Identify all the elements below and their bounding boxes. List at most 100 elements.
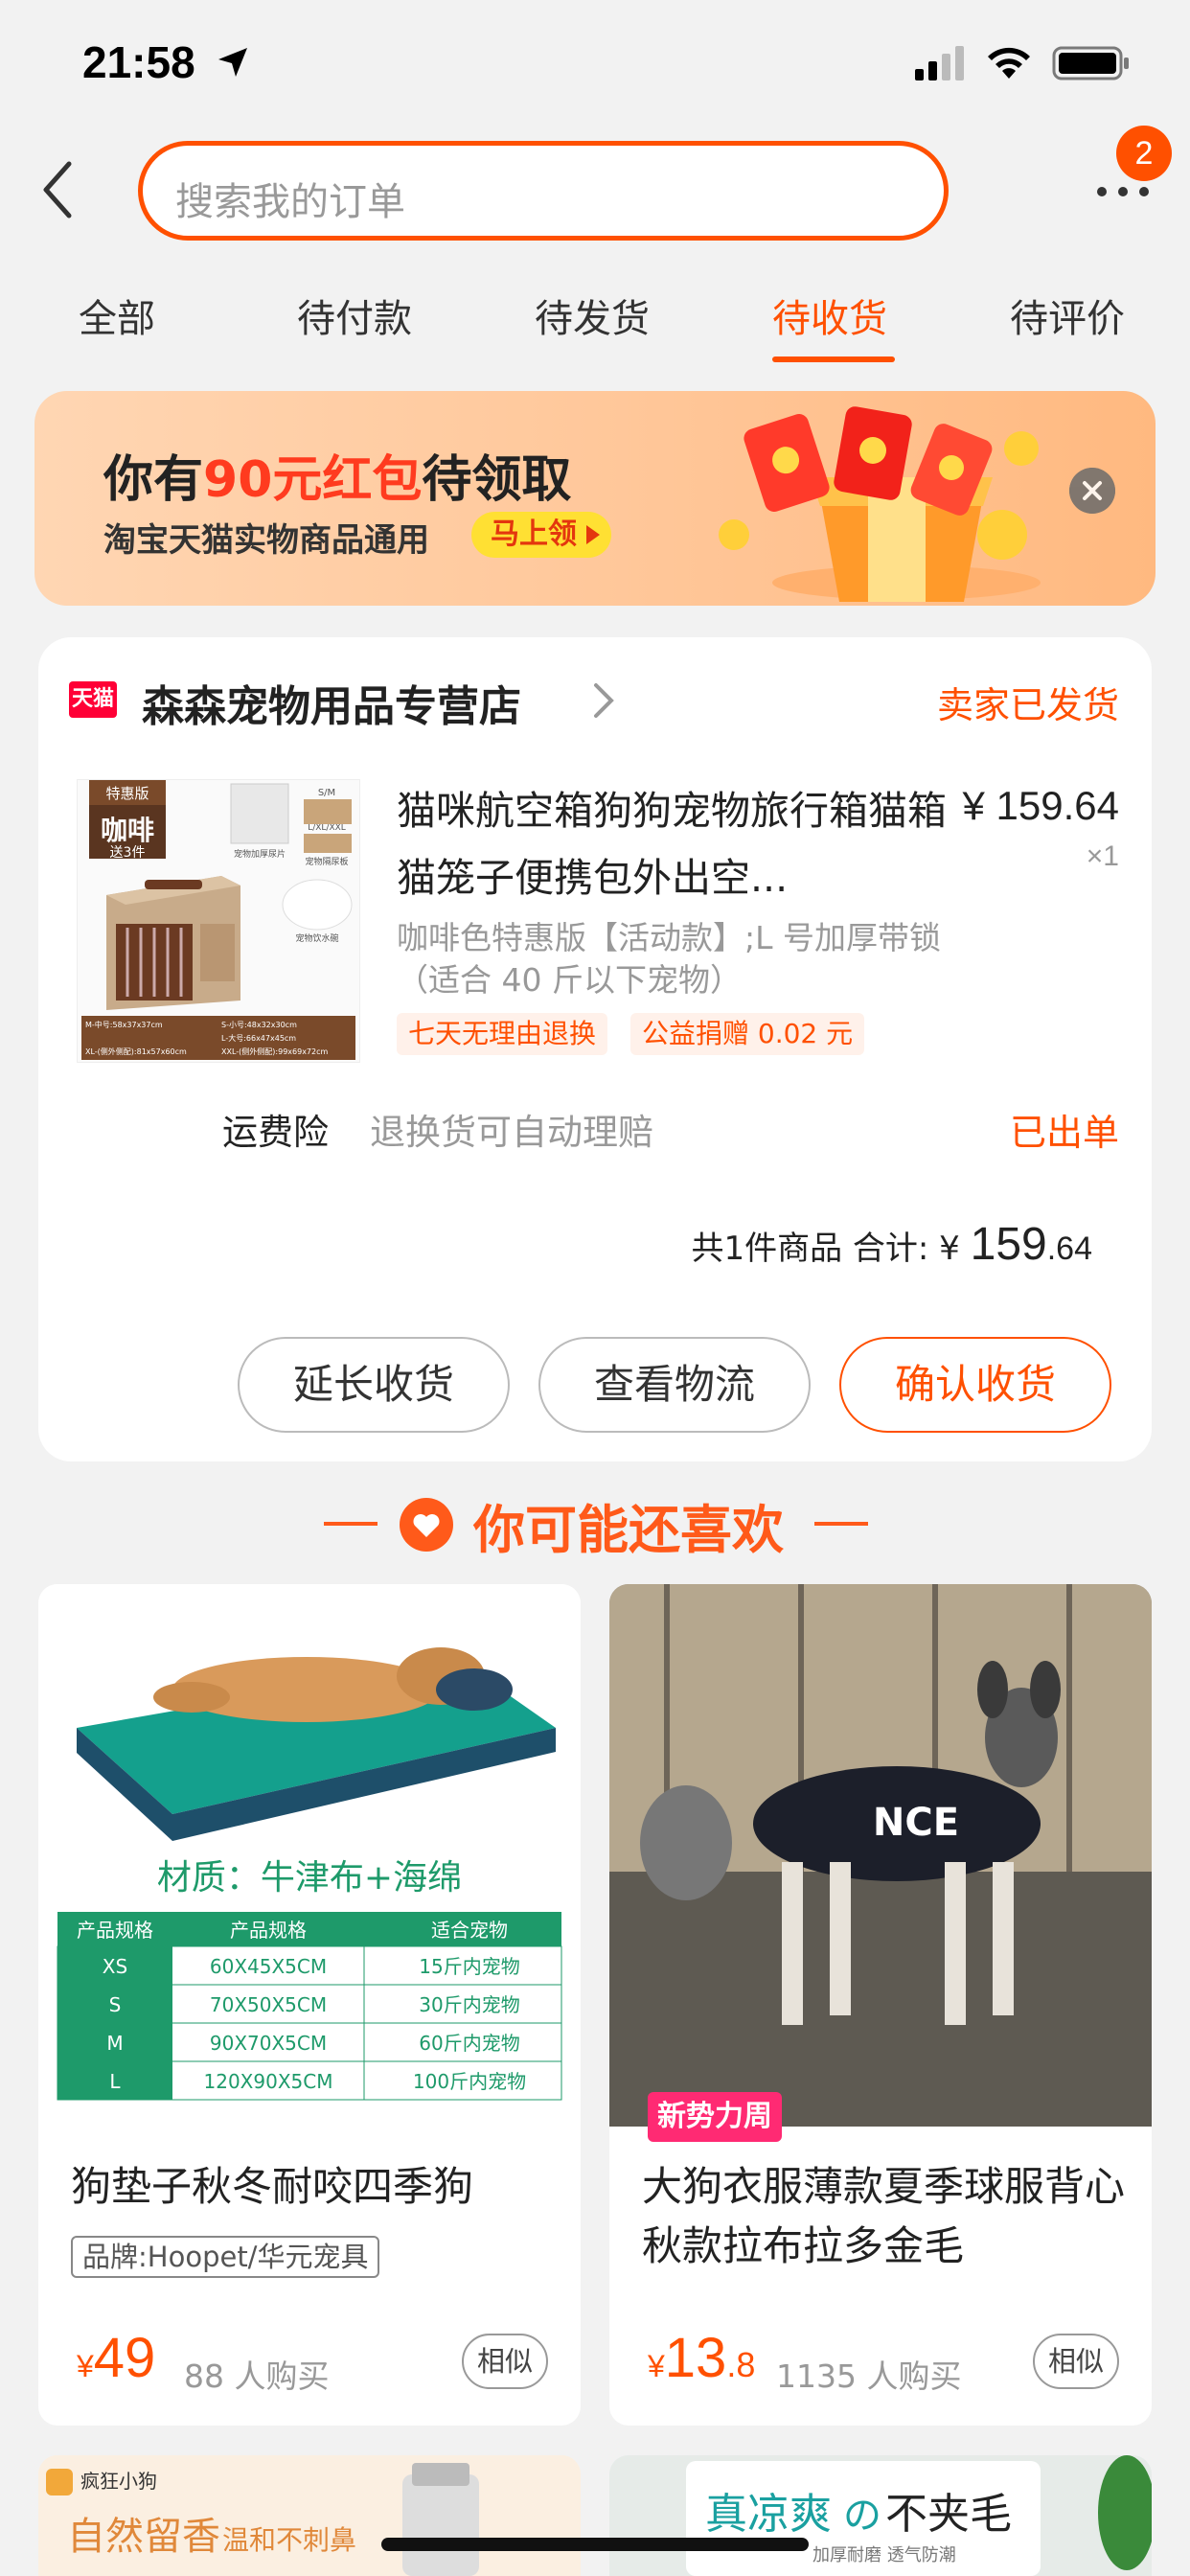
product-quantity: ×1: [1086, 840, 1119, 872]
recommendation-item-dog-mat[interactable]: 材质：牛津布+海绵 产品规格 产品规格 适合宠物 XS 60X45X5CM 15…: [38, 1584, 581, 2426]
tab-pending-review[interactable]: 待评价: [1010, 288, 1125, 343]
new-power-week-tag: 新势力周: [648, 2092, 782, 2142]
tab-pending-receipt[interactable]: 待收货: [772, 288, 887, 343]
accessory-label-1: 宠物加厚尿片: [234, 848, 286, 860]
similar-button[interactable]: 相似: [462, 2334, 548, 2389]
wifi-icon: [988, 47, 1030, 79]
cellular-signal-icon: [915, 46, 964, 80]
charity-tag: 公益捐赠 0.02 元: [630, 1013, 865, 1055]
mat-table-header-2: 产品规格: [230, 1919, 307, 1942]
edition-label: 特惠版: [105, 785, 149, 802]
battery-icon: [1052, 46, 1129, 80]
tab-pending-payment[interactable]: 待付款: [297, 288, 412, 343]
close-icon[interactable]: [1069, 468, 1115, 514]
product-price: ¥ 159.64: [962, 783, 1120, 828]
recommendation-price: ¥13.8: [648, 2327, 756, 2389]
mat-table-header-3: 适合宠物: [431, 1919, 508, 1942]
mat-row-4-size: L: [109, 2070, 121, 2093]
accessory-label-3: 宠物饮水碗: [295, 932, 338, 944]
search-placeholder: 搜索我的订单: [175, 180, 405, 224]
peek-right-text-b: の: [843, 2494, 881, 2538]
tab-all[interactable]: 全部: [79, 288, 155, 343]
carrier-size-l: L-大号:66x47x45cm: [221, 1033, 296, 1043]
home-indicator: [381, 2538, 809, 2551]
tab-pending-shipment[interactable]: 待发货: [535, 288, 650, 343]
mat-row-4-pet: 100斤内宠物: [413, 2070, 526, 2093]
status-time: 21:58: [82, 37, 195, 87]
top-nav: 搜索我的订单 2: [0, 126, 1190, 254]
peek-left-text: 自然留香: [67, 2515, 220, 2559]
order-card: 天猫 森森宠物用品专营店 卖家已发货 特惠版 咖啡 送3件 S/M L/XL/X…: [38, 637, 1152, 1461]
size-chip-1: S/M: [318, 788, 335, 798]
peek-left-brand: 疯狂小狗: [80, 2470, 157, 2493]
recommendation-price: ¥49: [77, 2327, 156, 2389]
color-label: 咖啡: [101, 815, 154, 846]
size-chip-2: L/XL/XXL: [308, 823, 346, 833]
mat-row-3-dim: 90X70X5CM: [210, 2032, 327, 2055]
order-total: 共1件商品 合计: ¥ 159.64: [691, 1219, 1092, 1270]
accessory-label-2: 宠物隔尿板: [305, 856, 348, 867]
product-thumbnail[interactable]: 特惠版 咖啡 送3件 S/M L/XL/XXL 宠物加厚尿片 宠物隔尿板 宠物饮…: [77, 779, 360, 1063]
peek-right-image: 真凉爽 の 不夹毛 加厚耐磨 透气防潮: [609, 2455, 1152, 2576]
shipping-insurance-label: 运费险: [222, 1112, 329, 1153]
dog-jersey-image: NCE: [609, 1584, 1152, 2127]
mat-row-3-pet: 60斤内宠物: [419, 2032, 519, 2055]
sold-count: 88 人购买: [184, 2358, 330, 2395]
claim-now-button[interactable]: 马上领: [471, 512, 611, 558]
carrier-size-m: M-中号:58x37x37cm: [85, 1020, 163, 1029]
recommendation-item-peek-right[interactable]: 真凉爽 の 不夹毛 加厚耐磨 透气防潮: [609, 2455, 1152, 2576]
message-count-badge: 2: [1116, 126, 1172, 181]
mat-table-header-1: 产品规格: [77, 1919, 153, 1942]
view-logistics-button[interactable]: 查看物流: [538, 1337, 811, 1433]
recommendation-name: 大狗衣服薄款夏季球服背心秋款拉布拉多金毛: [642, 2163, 1126, 2269]
active-tab-indicator: [772, 356, 895, 362]
dog-mat-image: 材质：牛津布+海绵 产品规格 产品规格 适合宠物 XS 60X45X5CM 15…: [38, 1584, 581, 2127]
recommendation-title: 你可能还喜欢: [473, 1500, 784, 1560]
similar-button[interactable]: 相似: [1033, 2334, 1119, 2389]
location-arrow-icon: [218, 48, 247, 77]
promo-title: 你有90元红包待领取: [103, 451, 572, 509]
recommendation-item-dog-jersey[interactable]: NCE 新势力周 大狗衣服薄款夏季球服背心秋款拉布拉多金毛 ¥13.8 1135…: [609, 1584, 1152, 2426]
shop-name-link[interactable]: 森森宠物用品专营店: [142, 672, 521, 733]
recommendation-header: 你可能还喜欢: [0, 1485, 1190, 1562]
sold-count: 1135 人购买: [776, 2358, 962, 2395]
order-search-input[interactable]: 搜索我的订单: [138, 141, 949, 241]
divider-arrow-left: [324, 1522, 378, 1526]
play-arrow-icon: [586, 525, 600, 544]
recommendation-item-peek-left[interactable]: 疯狂小狗 自然留香 温和不刺鼻: [38, 2455, 581, 2576]
chevron-right-icon[interactable]: [592, 679, 615, 722]
peek-left-sub: 温和不刺鼻: [222, 2524, 356, 2556]
back-chevron-icon[interactable]: [36, 158, 79, 221]
pet-carrier-image: 特惠版 咖啡 送3件 S/M L/XL/XXL 宠物加厚尿片 宠物隔尿板 宠物饮…: [78, 780, 359, 1062]
red-packet-promo-banner[interactable]: 你有90元红包待领取 淘宝天猫实物商品通用 马上领: [34, 391, 1156, 606]
mat-row-2-dim: 70X50X5CM: [210, 1993, 327, 2016]
mat-row-2-size: S: [109, 1993, 122, 2016]
heart-icon: [400, 1498, 453, 1552]
mat-row-2-pet: 30斤内宠物: [419, 1993, 519, 2016]
status-bar: 21:58: [0, 0, 1190, 129]
peek-right-text-c: 不夹毛: [885, 2490, 1012, 2539]
carrier-size-xxl: XXL-(侧外侧配):99x69x72cm: [221, 1046, 329, 1056]
shipping-insurance-status[interactable]: 已出单: [1010, 1103, 1119, 1156]
dog-mat-material: 材质：牛津布+海绵: [157, 1858, 462, 1898]
more-options-icon[interactable]: [1094, 177, 1152, 206]
recommendation-name: 狗垫子秋冬耐咬四季狗: [71, 2163, 474, 2210]
carrier-size-s: S-小号:48x32x30cm: [221, 1021, 297, 1029]
order-status: 卖家已发货: [936, 684, 1119, 726]
confirm-receipt-button[interactable]: 确认收货: [839, 1337, 1111, 1433]
shipping-insurance-desc: 退换货可自动理赔: [370, 1112, 653, 1153]
jersey-text: NCE: [873, 1801, 959, 1845]
peek-right-sub: 加厚耐磨 透气防潮: [812, 2545, 956, 2565]
extend-receipt-button[interactable]: 延长收货: [238, 1337, 510, 1433]
mat-row-1-pet: 15斤内宠物: [419, 1955, 519, 1978]
peek-left-image: 疯狂小狗 自然留香 温和不刺鼻: [38, 2455, 581, 2576]
return-policy-tag: 七天无理由退换: [397, 1013, 608, 1055]
mat-row-4-dim: 120X90X5CM: [204, 2070, 333, 2093]
order-tabs: 全部 待付款 待发货 待收货 待评价: [0, 268, 1190, 374]
mat-row-3-size: M: [106, 2032, 123, 2055]
product-title[interactable]: 猫咪航空箱狗狗宠物旅行箱猫箱猫笼子便携包外出空...: [397, 777, 952, 911]
brand-chip: 品牌:Hoopet/华元宠具: [71, 2236, 380, 2278]
promo-subtitle: 淘宝天猫实物商品通用: [103, 521, 429, 560]
gift-label: 送3件: [110, 845, 146, 861]
peek-right-text-a: 真凉爽: [705, 2490, 832, 2539]
